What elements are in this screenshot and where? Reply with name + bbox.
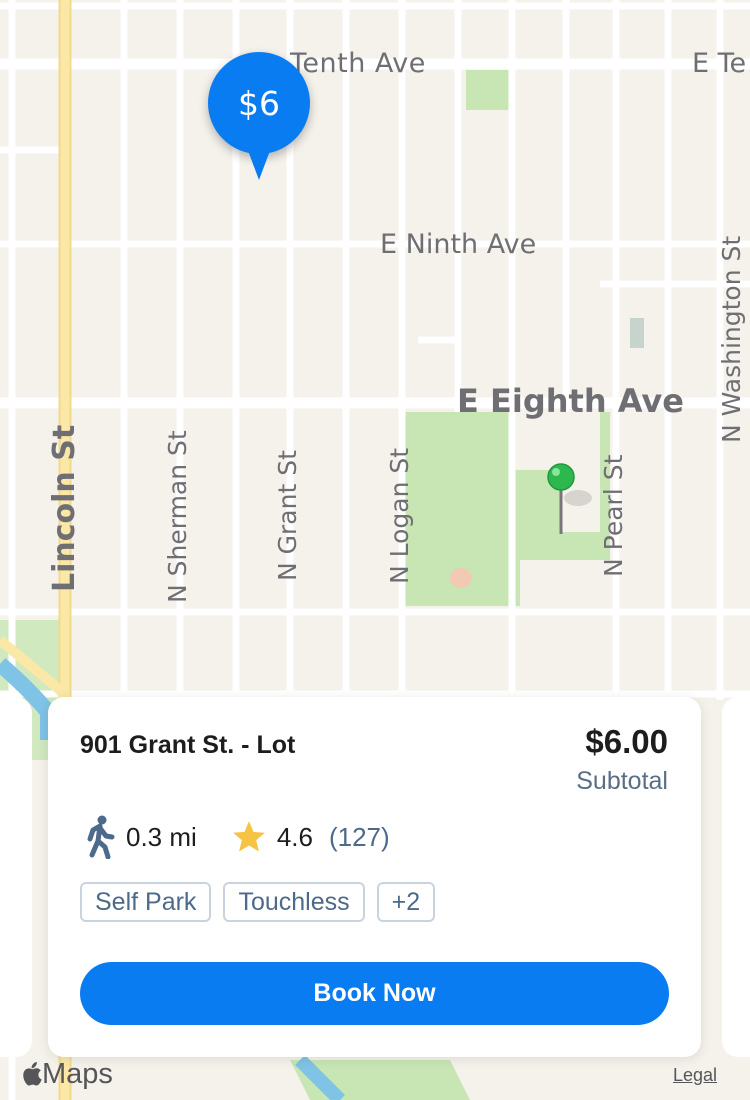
star-icon xyxy=(232,821,265,852)
review-count: (127) xyxy=(328,821,390,852)
price-pin-tail xyxy=(244,140,274,180)
price-pin[interactable]: $6 xyxy=(208,52,310,154)
next-card[interactable] xyxy=(722,697,750,1057)
label-tenth-ave: Tenth Ave xyxy=(289,48,426,79)
label-n-grant-st: N Grant St xyxy=(273,450,302,581)
label-e-ninth-ave: E Ninth Ave xyxy=(380,229,536,260)
label-e-tenth: E Te xyxy=(692,48,746,79)
legal-link[interactable]: Legal xyxy=(673,1065,717,1086)
tag-touchless: Touchless xyxy=(223,882,365,922)
tag-self-park: Self Park xyxy=(80,882,212,922)
previous-card[interactable] xyxy=(0,697,32,1057)
label-n-logan-st: N Logan St xyxy=(385,448,414,584)
maps-logo-text: Maps xyxy=(42,1057,113,1090)
apple-icon xyxy=(23,1062,42,1086)
lot-price: $6.00 xyxy=(585,723,668,760)
walking-person-icon xyxy=(87,815,115,859)
lot-name: 901 Grant St. - Lot xyxy=(80,731,296,759)
label-n-washington-st: N Washington St xyxy=(717,236,746,443)
label-n-sherman-st: N Sherman St xyxy=(163,430,192,603)
price-pin-label: $6 xyxy=(238,83,280,123)
lot-meta: 0.3 mi 4.6 (127) xyxy=(80,815,390,859)
parking-lot-card[interactable]: 901 Grant St. - Lot $6.00 Subtotal 0.3 m… xyxy=(48,697,701,1057)
price-label: Subtotal xyxy=(576,767,668,795)
walk-distance: 0.3 mi xyxy=(126,821,197,852)
amenity-tags: Self Park Touchless +2 xyxy=(80,882,436,922)
maps-logo: Maps xyxy=(20,1057,113,1091)
book-now-button[interactable]: Book Now xyxy=(80,962,669,1025)
tag-more[interactable]: +2 xyxy=(376,882,436,922)
rating-value: 4.6 xyxy=(276,821,313,852)
label-lincoln-st: Lincoln St xyxy=(47,425,82,592)
label-n-pearl-st: N Pearl St xyxy=(599,454,628,577)
label-e-eighth-ave: E Eighth Ave xyxy=(457,382,684,420)
